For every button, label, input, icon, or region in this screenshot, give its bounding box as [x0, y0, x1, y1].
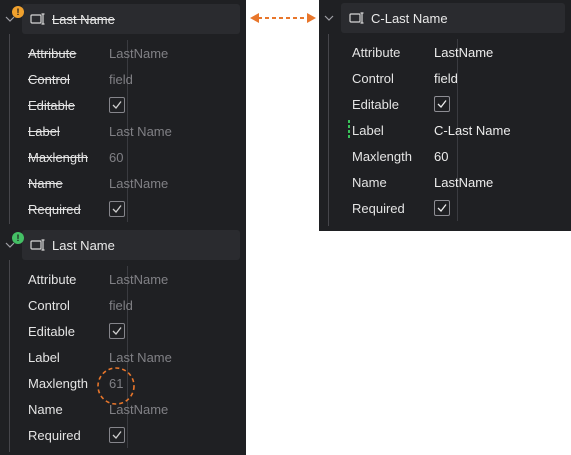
property-label: Attribute [352, 44, 401, 60]
property-row-control: Control field [352, 65, 565, 91]
node-title: Last Name [52, 237, 115, 253]
property-value: field [109, 297, 133, 313]
property-value: LastName [434, 44, 494, 60]
property-label: Editable [28, 323, 75, 339]
property-row-label: Label Last Name [28, 118, 240, 144]
required-checkbox[interactable] [109, 201, 125, 217]
property-value: field [109, 71, 133, 87]
property-value: C-Last Name [434, 122, 511, 138]
property-row-attribute: Attribute LastName [28, 40, 240, 66]
property-value [434, 200, 450, 216]
property-label: Attribute [28, 45, 77, 61]
property-label: Maxlength [28, 375, 88, 391]
node-title: Last Name [52, 11, 115, 27]
required-checkbox[interactable] [434, 200, 450, 216]
required-checkbox[interactable] [109, 427, 125, 443]
property-value: Last Name [109, 349, 172, 365]
property-label: Label [28, 123, 60, 139]
property-row-attribute: Attribute LastName [352, 39, 565, 65]
change-highlight-ellipse [97, 367, 135, 405]
property-row-maxlength: Maxlength 60 [28, 144, 240, 170]
property-row-control: Control field [28, 292, 240, 318]
change-marker [348, 120, 350, 140]
node-field-icon [349, 11, 365, 25]
property-label: Attribute [28, 271, 77, 287]
property-value: LastName [109, 271, 169, 287]
property-row-required: Required [28, 196, 240, 222]
editable-checkbox[interactable] [434, 96, 450, 112]
node-title: C-Last Name [371, 10, 448, 26]
property-label: Name [28, 401, 63, 417]
property-label: Name [352, 174, 387, 190]
node-header[interactable]: Last Name [22, 4, 240, 34]
checkmark-icon [112, 431, 122, 439]
property-label: Control [28, 71, 70, 87]
warning-badge-icon: ! [12, 6, 24, 18]
property-label: Required [352, 200, 405, 216]
property-row-label: Label C-Last Name [352, 117, 565, 143]
property-value: LastName [434, 174, 494, 190]
tree-guide-line [328, 34, 329, 226]
property-row-required: Required [28, 422, 240, 448]
added-badge-icon: ! [12, 232, 24, 244]
tree-guide-line [9, 260, 10, 452]
property-row-attribute: Attribute LastName [28, 266, 240, 292]
property-label: Editable [352, 96, 399, 112]
property-list: Attribute LastName Control field Editabl… [352, 39, 565, 221]
property-row-editable: Editable [28, 318, 240, 344]
property-row-editable: Editable [352, 91, 565, 117]
property-label: Editable [28, 97, 75, 113]
left-top-node-panel: Last Name Attribute LastName Control fie… [0, 0, 246, 228]
editable-checkbox[interactable] [109, 97, 125, 113]
node-header[interactable]: Last Name [22, 230, 240, 260]
double-arrow-icon [250, 13, 316, 23]
property-label: Control [352, 70, 394, 86]
property-value [109, 427, 125, 443]
checkmark-icon [112, 327, 122, 335]
checkmark-icon [437, 100, 447, 108]
property-label: Control [28, 297, 70, 313]
property-label: Label [352, 122, 384, 138]
property-value: LastName [109, 45, 169, 61]
property-value: Last Name [109, 123, 172, 139]
property-label: Name [28, 175, 63, 191]
property-value: 60 [434, 148, 449, 164]
property-label: Required [28, 427, 81, 443]
property-label: Maxlength [28, 149, 88, 165]
property-row-name: Name LastName [352, 169, 565, 195]
left-bottom-node-panel: Last Name Attribute LastName Control fie… [0, 228, 246, 455]
checkmark-icon [437, 204, 447, 212]
property-value [109, 323, 125, 339]
property-value [434, 96, 450, 112]
property-value [109, 97, 125, 113]
node-field-icon [30, 12, 46, 26]
property-row-required: Required [352, 195, 565, 221]
property-row-editable: Editable [28, 92, 240, 118]
right-node-panel: C-Last Name Attribute LastName Control f… [319, 0, 571, 231]
property-row-maxlength: Maxlength 60 [352, 143, 565, 169]
checkmark-icon [112, 205, 122, 213]
property-row-name: Name LastName [28, 170, 240, 196]
editable-checkbox[interactable] [109, 323, 125, 339]
property-list: Attribute LastName Control field Editabl… [28, 40, 240, 222]
node-field-icon [30, 238, 46, 252]
property-list: Attribute LastName Control field Editabl… [28, 266, 240, 448]
node-header[interactable]: C-Last Name [341, 3, 565, 33]
property-label: Required [28, 201, 81, 217]
tree-guide-line [9, 34, 10, 224]
checkmark-icon [112, 101, 122, 109]
property-value: field [434, 70, 458, 86]
property-row-control: Control field [28, 66, 240, 92]
property-value [109, 201, 125, 217]
property-label: Label [28, 349, 60, 365]
chevron-down-icon[interactable] [322, 11, 336, 25]
property-value: LastName [109, 175, 169, 191]
property-value: 60 [109, 149, 124, 165]
property-label: Maxlength [352, 148, 412, 164]
